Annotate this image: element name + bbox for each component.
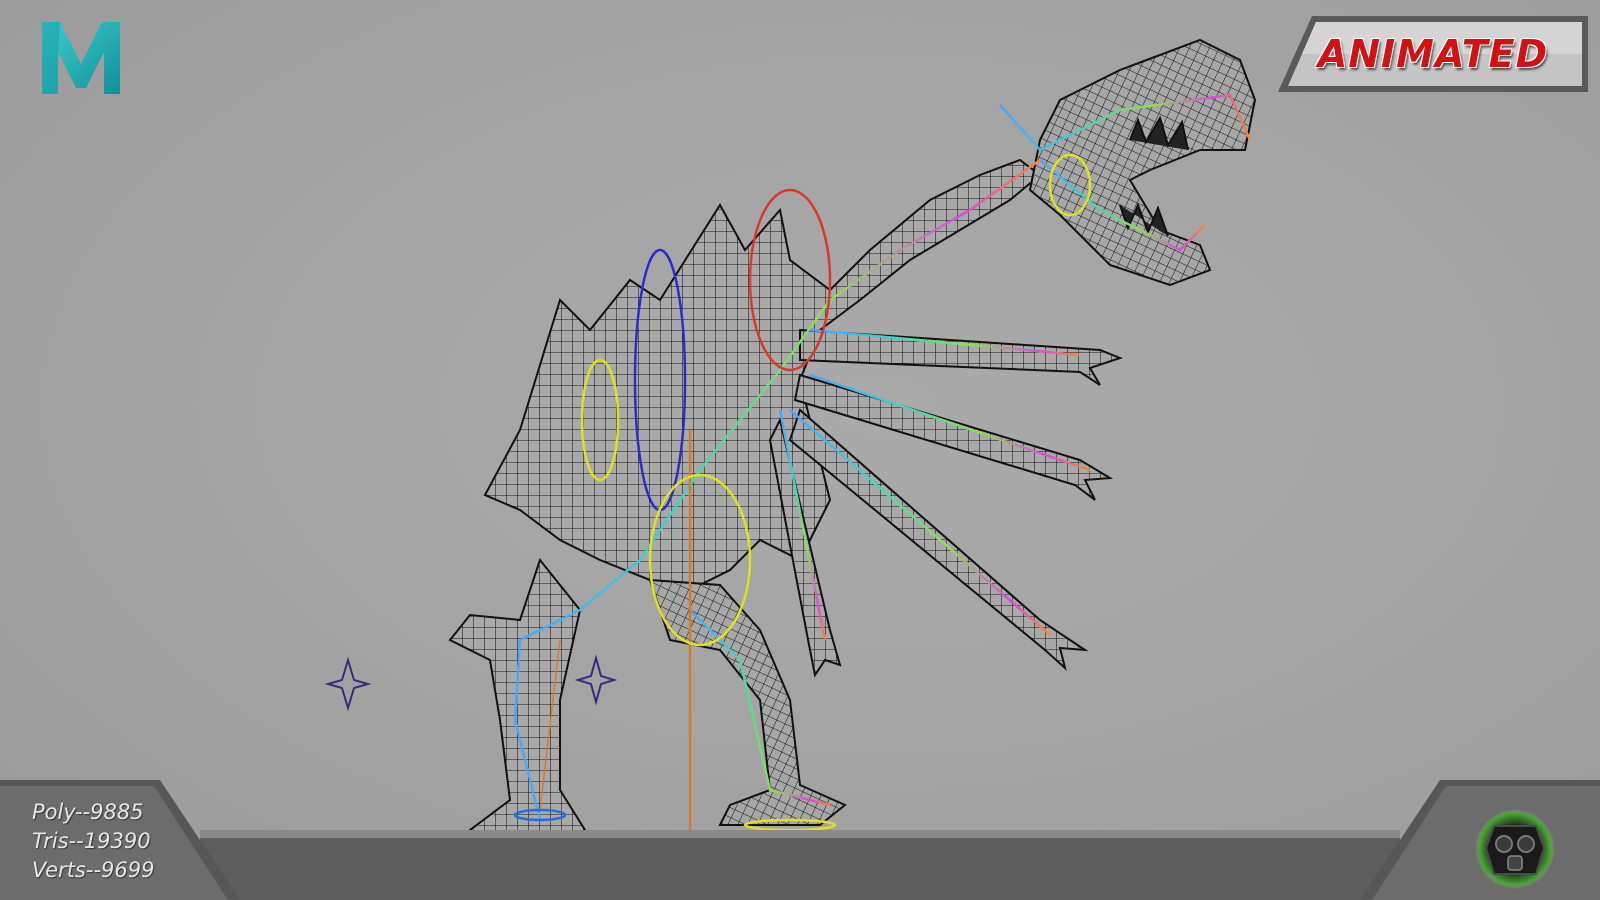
tris-count: Tris--19390 xyxy=(32,829,151,853)
footer-bar xyxy=(0,780,1600,900)
creature-body xyxy=(448,38,1257,851)
verts-count: Verts--9699 xyxy=(32,858,155,882)
viewport: ANIMATED Poly--9885 Tris--19390 Verts--9… xyxy=(0,0,1600,900)
poly-count: Poly--9885 xyxy=(32,800,144,824)
badge-label: ANIMATED xyxy=(1317,32,1549,76)
locator-icon xyxy=(574,654,618,706)
mesh-stats: Poly--9885 Tris--19390 Verts--9699 xyxy=(32,798,154,885)
locator-icon xyxy=(324,656,372,712)
gas-mask-logo-icon xyxy=(1475,809,1555,889)
animated-badge: ANIMATED xyxy=(1276,14,1590,94)
maya-logo-icon xyxy=(42,22,120,94)
creature-rig-wireframe xyxy=(324,38,1257,851)
